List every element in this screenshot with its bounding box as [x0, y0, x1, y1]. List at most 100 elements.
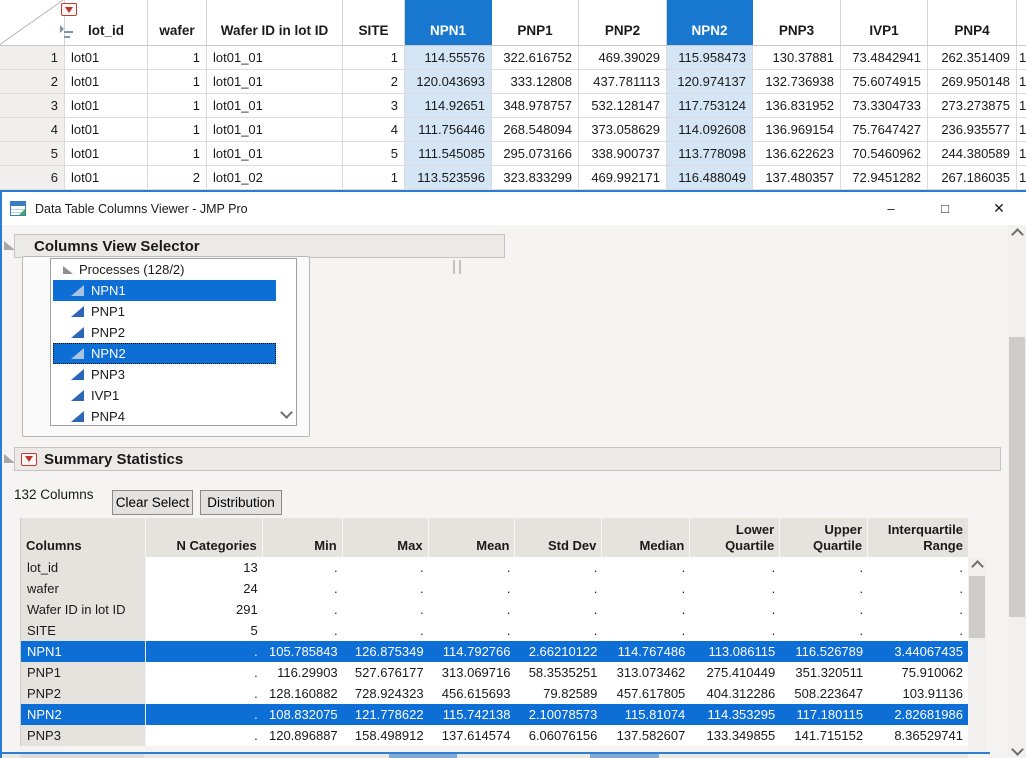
column-header[interactable]: PNP3 [753, 0, 841, 45]
maximize-button[interactable]: □ [918, 192, 972, 225]
columns-menu-icon[interactable] [61, 3, 77, 16]
cell-pnp4[interactable]: 269.950148 [928, 70, 1017, 93]
cell-ivp1[interactable]: 75.7647427 [841, 118, 928, 141]
close-button[interactable]: ✕ [972, 192, 1026, 225]
row-number-cell[interactable]: 1 [0, 46, 65, 69]
cell-wafer[interactable]: 1 [148, 46, 207, 69]
stats-cell-min[interactable]: 128.160882 [263, 683, 343, 704]
cell-pnp2[interactable]: 532.128147 [579, 94, 667, 117]
tree-group-processes[interactable]: Processes (128/2) [51, 259, 296, 280]
stats-cell-iqr[interactable]: . [868, 557, 968, 578]
cell-lot-id[interactable]: lot01 [65, 118, 148, 141]
tree-item[interactable]: NPN2 [53, 343, 276, 364]
cell-ivp1[interactable]: 75.6074915 [841, 70, 928, 93]
tree-item[interactable]: NPN1 [53, 280, 276, 301]
selector-section-header[interactable]: Columns View Selector [14, 234, 505, 258]
stats-cell-iqr[interactable]: 103.91136 [868, 683, 968, 704]
stats-cell-ncat[interactable]: 13 [146, 557, 263, 578]
cell-wafer-id[interactable]: lot01_01 [207, 142, 343, 165]
group-disclosure-icon[interactable] [63, 266, 73, 274]
stats-cell-min[interactable]: 120.896887 [263, 725, 343, 746]
cell-site[interactable]: 1 [343, 166, 405, 189]
stats-cell-mean[interactable]: 456.615693 [429, 683, 516, 704]
stats-cell-median[interactable]: . [602, 599, 690, 620]
cell-npn2[interactable]: 116.488049 [667, 166, 753, 189]
cell-lot-id[interactable]: lot01 [65, 70, 148, 93]
cell-pnp2[interactable]: 469.992171 [579, 166, 667, 189]
stats-cell-max[interactable]: . [343, 578, 429, 599]
row-number-cell[interactable]: 3 [0, 94, 65, 117]
stats-row[interactable]: PNP3 . 120.896887 158.498912 137.614574 … [21, 725, 968, 746]
stats-cell-lq[interactable]: . [690, 578, 780, 599]
stats-cell-max[interactable]: 158.498912 [343, 725, 429, 746]
stats-cell-mean[interactable]: . [429, 599, 516, 620]
stats-cell-stddev[interactable]: . [515, 599, 602, 620]
cell-site[interactable]: 1 [343, 46, 405, 69]
cell-pnp3[interactable]: 136.622623 [753, 142, 841, 165]
cell-npn1[interactable]: 113.523596 [405, 166, 492, 189]
row-number-cell[interactable]: 6 [0, 166, 65, 189]
stats-cell-uq[interactable]: 141.715152 [780, 725, 868, 746]
table-corner-cell[interactable] [0, 0, 65, 45]
stats-cell-ncat[interactable]: . [146, 662, 263, 683]
stats-cell-mean[interactable]: . [429, 620, 516, 641]
cell-ivp1[interactable]: 72.9451282 [841, 166, 928, 189]
stats-column-header[interactable]: Upper Quartile [780, 518, 868, 557]
tree-item[interactable]: PNP1 [53, 301, 276, 322]
cell-site[interactable]: 3 [343, 94, 405, 117]
stats-cell-stddev[interactable]: . [515, 620, 602, 641]
stats-cell-iqr[interactable]: . [868, 599, 968, 620]
cell-npn2[interactable]: 120.974137 [667, 70, 753, 93]
stats-row[interactable]: Wafer ID in lot ID 291 . . . . . . . . [21, 599, 968, 620]
cell-partial[interactable]: 1 [1017, 94, 1026, 117]
stats-scroll-up-icon[interactable] [968, 558, 986, 575]
stats-cell-iqr[interactable]: . [868, 620, 968, 641]
window-scrollbar-thumb[interactable] [1009, 337, 1025, 617]
title-bar[interactable]: Data Table Columns Viewer - JMP Pro – □ … [2, 192, 1026, 225]
stats-cell-stddev[interactable]: 79.82589 [515, 683, 602, 704]
stats-cell-stddev[interactable]: 6.06076156 [515, 725, 602, 746]
stats-cell-uq[interactable]: 116.526789 [780, 641, 868, 662]
cell-partial[interactable]: 1 [1017, 142, 1026, 165]
red-triangle-menu-icon[interactable] [21, 453, 37, 466]
cell-wafer-id[interactable]: lot01_01 [207, 70, 343, 93]
tree-item[interactable]: PNP2 [53, 322, 276, 343]
stats-cell-median[interactable]: 313.073462 [602, 662, 690, 683]
column-header[interactable]: PNP1 [492, 0, 579, 45]
cell-wafer[interactable]: 1 [148, 94, 207, 117]
cell-ivp1[interactable]: 73.3304733 [841, 94, 928, 117]
cell-pnp4[interactable]: 244.380589 [928, 142, 1017, 165]
cell-site[interactable]: 4 [343, 118, 405, 141]
stats-cell-name[interactable]: Wafer ID in lot ID [21, 599, 146, 620]
cell-wafer[interactable]: 2 [148, 166, 207, 189]
stats-cell-mean[interactable]: 114.792766 [429, 641, 516, 662]
stats-cell-uq[interactable]: . [780, 599, 868, 620]
stats-cell-ncat[interactable]: 291 [146, 599, 263, 620]
stats-cell-ncat[interactable]: . [146, 641, 263, 662]
cell-lot-id[interactable]: lot01 [65, 94, 148, 117]
cell-pnp1[interactable]: 268.548094 [492, 118, 579, 141]
stats-cell-ncat[interactable]: . [146, 725, 263, 746]
stats-row[interactable]: NPN2 . 108.832075 121.778622 115.742138 … [21, 704, 968, 725]
cell-lot-id[interactable]: lot01 [65, 142, 148, 165]
stats-column-header[interactable]: Columns [21, 518, 146, 557]
stats-cell-min[interactable]: 105.785843 [263, 641, 343, 662]
stats-column-header[interactable]: Median [602, 518, 690, 557]
stats-cell-iqr[interactable]: 8.36529741 [868, 725, 968, 746]
stats-cell-median[interactable]: . [602, 620, 690, 641]
stats-cell-name[interactable]: PNP1 [21, 662, 146, 683]
stats-cell-max[interactable]: . [343, 620, 429, 641]
stats-cell-max[interactable]: . [343, 599, 429, 620]
stats-cell-name[interactable]: NPN2 [21, 704, 146, 725]
stats-cell-min[interactable]: . [263, 557, 343, 578]
cell-pnp4[interactable]: 273.273875 [928, 94, 1017, 117]
cell-ivp1[interactable]: 70.5460962 [841, 142, 928, 165]
stats-row[interactable]: PNP2 . 128.160882 728.924323 456.615693 … [21, 683, 968, 704]
stats-cell-mean[interactable]: 115.742138 [429, 704, 516, 725]
tree-item[interactable]: IVP1 [53, 385, 276, 406]
column-header[interactable]: NPN2 [667, 0, 753, 45]
stats-cell-lq[interactable]: . [690, 599, 780, 620]
cell-site[interactable]: 2 [343, 70, 405, 93]
stats-cell-ncat[interactable]: . [146, 683, 263, 704]
stats-cell-median[interactable]: . [602, 557, 690, 578]
